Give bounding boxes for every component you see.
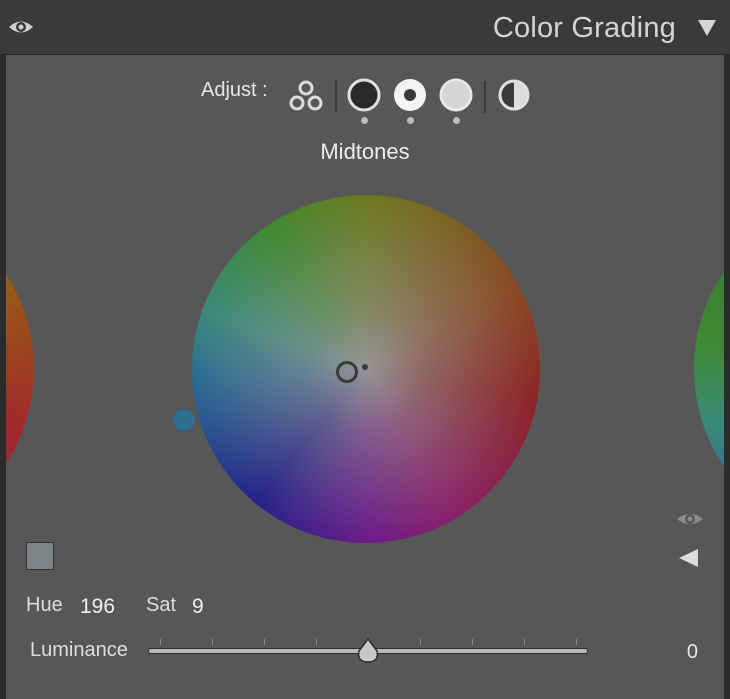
eye-icon[interactable] [8, 16, 34, 38]
region-label: Midtones [320, 139, 410, 164]
luminance-slider-thumb[interactable] [357, 638, 379, 664]
highlights-color-wheel[interactable] [694, 195, 724, 543]
slider-tick [264, 639, 265, 645]
separator [335, 81, 337, 113]
shadows-color-wheel[interactable] [6, 195, 34, 543]
hue-label: Hue [26, 594, 63, 616]
eye-icon[interactable] [676, 509, 704, 529]
sat-value[interactable]: 9 [192, 595, 204, 619]
slider-tick [212, 639, 213, 645]
midtones-indicator-dot [407, 117, 414, 124]
slider-tick [316, 639, 317, 645]
color-swatch[interactable] [26, 542, 54, 570]
ring-circle-icon[interactable] [392, 77, 428, 113]
panel-header: Color Grading [0, 0, 730, 54]
half-circle-icon[interactable] [496, 77, 532, 113]
highlights-indicator-dot [453, 117, 460, 124]
hue-value[interactable]: 196 [80, 595, 115, 619]
slider-tick [420, 639, 421, 645]
slider-tick [576, 639, 577, 645]
panel-title: Color Grading [492, 12, 676, 44]
filled-circle-icon[interactable] [346, 77, 382, 113]
shadows-indicator-dot [361, 117, 368, 124]
adjust-label: Adjust : [201, 79, 268, 101]
sat-label: Sat [146, 594, 177, 616]
saturation-handle[interactable] [173, 409, 195, 431]
slider-tick [472, 639, 473, 645]
three-circles-icon[interactable] [288, 79, 324, 113]
collapse-triangle-icon[interactable] [696, 18, 718, 38]
color-grading-panel: Adjust : Midtones Hue 196 Sat 9 Luminanc… [6, 54, 724, 699]
wheel-handle-dot [362, 364, 368, 370]
separator [484, 81, 486, 113]
slider-tick [524, 639, 525, 645]
luminance-value[interactable]: 0 [687, 641, 698, 664]
wheel-handle[interactable] [336, 361, 358, 383]
light-circle-icon[interactable] [438, 77, 474, 113]
slider-tick [160, 639, 161, 645]
expand-triangle-icon[interactable] [676, 547, 700, 569]
luminance-label: Luminance [30, 639, 128, 661]
